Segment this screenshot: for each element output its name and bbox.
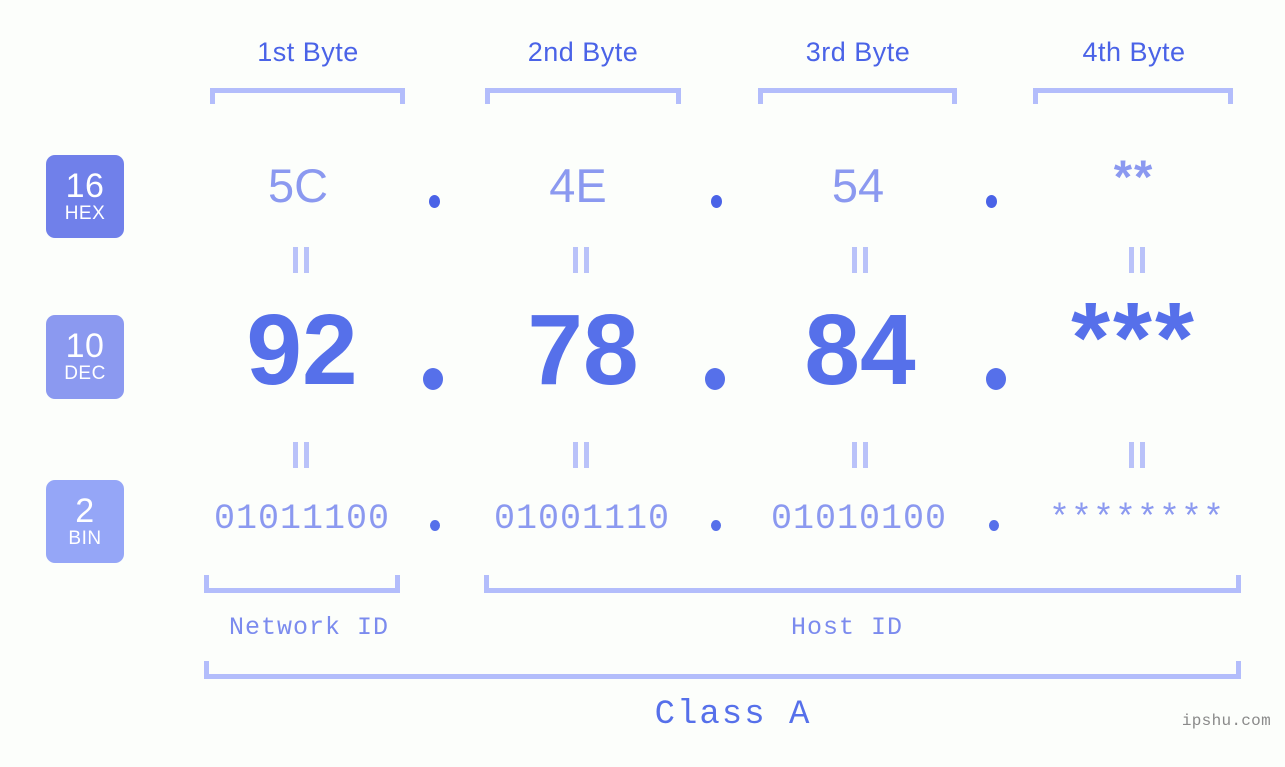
dec-separator-dot-3 <box>986 368 1006 390</box>
byte-bracket-1 <box>210 88 405 104</box>
base-badge-dec-label: DEC <box>64 363 106 384</box>
equals-mark-hex-dec-2 <box>572 247 590 273</box>
bin-separator-dot-1 <box>430 520 440 531</box>
base-badge-hex-number: 16 <box>65 166 105 205</box>
class-bracket <box>204 661 1241 679</box>
site-watermark: ipshu.com <box>1181 712 1271 730</box>
bin-separator-dot-3 <box>989 520 999 531</box>
equals-mark-dec-bin-4 <box>1128 442 1146 468</box>
network-id-label: Network ID <box>228 613 390 642</box>
byte-header-label-4: 4th Byte <box>1082 37 1186 67</box>
byte-bracket-2 <box>485 88 681 104</box>
bin-byte-1: 01011100 <box>213 499 391 539</box>
equals-mark-hex-dec-3 <box>851 247 869 273</box>
base-badge-bin: 2 BIN <box>46 480 124 563</box>
bin-separator-dot-2 <box>711 520 721 531</box>
dec-byte-4: *** <box>1071 282 1197 394</box>
dec-byte-3: 84 <box>804 294 916 406</box>
base-badge-dec-number: 10 <box>65 327 105 365</box>
dec-byte-2: 78 <box>527 294 639 406</box>
equals-mark-dec-bin-1 <box>292 442 310 468</box>
base-badge-dec: 10 DEC <box>46 315 124 399</box>
host-id-bracket <box>484 575 1241 593</box>
hex-byte-2: 4E <box>549 159 607 212</box>
byte-bracket-3 <box>758 88 957 104</box>
base-badge-hex-label: HEX <box>64 202 106 224</box>
host-id-label: Host ID <box>790 613 904 642</box>
dec-separator-dot-1 <box>423 368 443 390</box>
byte-header-label-1: 1st Byte <box>257 37 359 67</box>
byte-header-label-3: 3rd Byte <box>805 37 911 67</box>
hex-byte-3: 54 <box>831 159 885 212</box>
equals-mark-hex-dec-4 <box>1128 247 1146 273</box>
hex-separator-dot-1 <box>429 195 440 208</box>
equals-mark-hex-dec-1 <box>292 247 310 273</box>
bin-byte-4: ******** <box>1048 499 1226 539</box>
base-badge-bin-label: BIN <box>68 527 102 549</box>
hex-separator-dot-2 <box>711 195 722 208</box>
ip-address-breakdown-diagram: 1st Byte 2nd Byte 3rd Byte 4th Byte 16 H… <box>0 0 1285 767</box>
hex-byte-4: ** <box>1113 150 1155 203</box>
network-id-bracket <box>204 575 400 593</box>
hex-separator-dot-3 <box>986 195 997 208</box>
base-badge-hex: 16 HEX <box>46 155 124 238</box>
byte-header-label-2: 2nd Byte <box>527 37 639 67</box>
equals-mark-dec-bin-3 <box>851 442 869 468</box>
bin-byte-3: 01010100 <box>770 499 948 539</box>
class-label: Class A <box>654 696 812 734</box>
dec-separator-dot-2 <box>705 368 725 390</box>
base-badge-bin-number: 2 <box>75 491 95 530</box>
bin-byte-2: 01001110 <box>493 499 671 539</box>
hex-byte-1: 5C <box>267 159 329 212</box>
equals-mark-dec-bin-2 <box>572 442 590 468</box>
dec-byte-1: 92 <box>246 294 358 406</box>
byte-bracket-4 <box>1033 88 1233 104</box>
